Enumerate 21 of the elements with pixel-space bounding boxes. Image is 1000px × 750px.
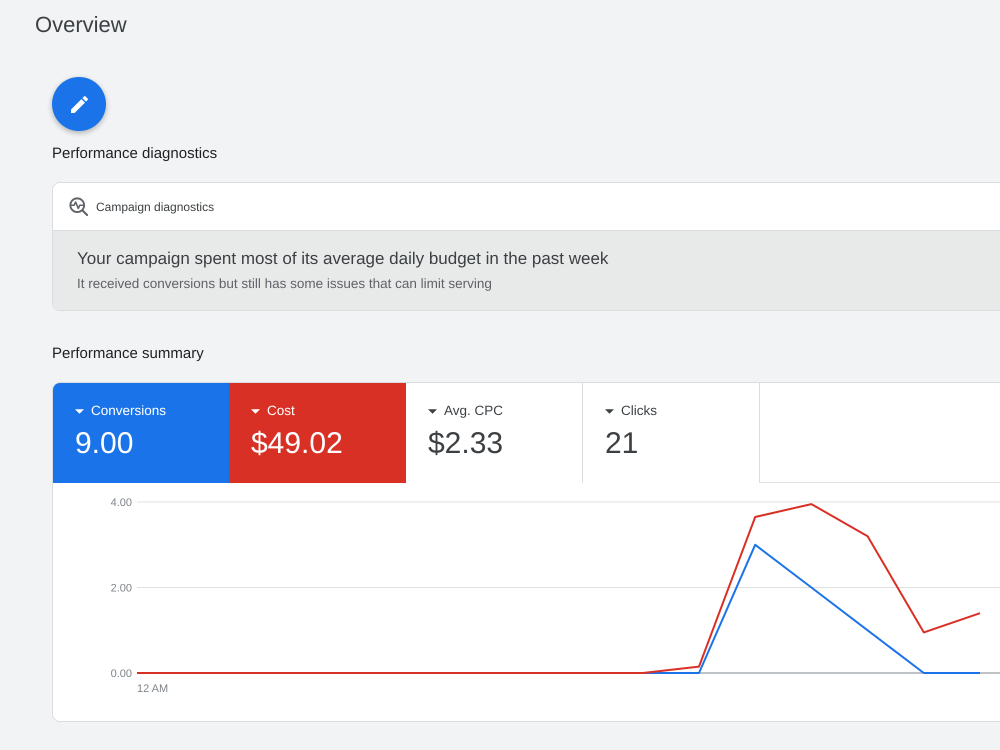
pencil-icon bbox=[70, 96, 88, 112]
metric-tile[interactable]: Avg. CPC $2.33 bbox=[406, 383, 583, 483]
y-axis-label: 2.00 bbox=[110, 582, 132, 594]
diagnostic-detail: It received conversions but still has some issues that can limit serving bbox=[77, 275, 492, 293]
diagnostic-message: Your campaign spent most of its average daily budget in the past week bbox=[77, 248, 608, 270]
search-pulse-icon bbox=[69, 197, 88, 216]
caret-icon bbox=[251, 408, 260, 414]
caret-icon bbox=[428, 408, 437, 414]
section-heading: Performance summary bbox=[52, 344, 204, 364]
y-axis-label: 4.00 bbox=[110, 497, 132, 509]
caret-icon bbox=[75, 408, 84, 414]
card-title: Campaign diagnostics bbox=[96, 200, 214, 214]
section-heading: Performance diagnostics bbox=[52, 144, 218, 164]
metric-tile[interactable]: Conversions 9.00 bbox=[53, 383, 229, 483]
metric-tile[interactable]: Clicks 21 bbox=[583, 383, 760, 483]
caret-icon bbox=[605, 408, 614, 414]
x-axis-label: 12 AM bbox=[137, 683, 168, 695]
page-title: Overview bbox=[35, 11, 127, 38]
edit-button[interactable] bbox=[52, 77, 106, 131]
metric-tile[interactable]: Cost $49.02 bbox=[229, 383, 406, 483]
y-axis-label: 0.00 bbox=[110, 668, 132, 680]
